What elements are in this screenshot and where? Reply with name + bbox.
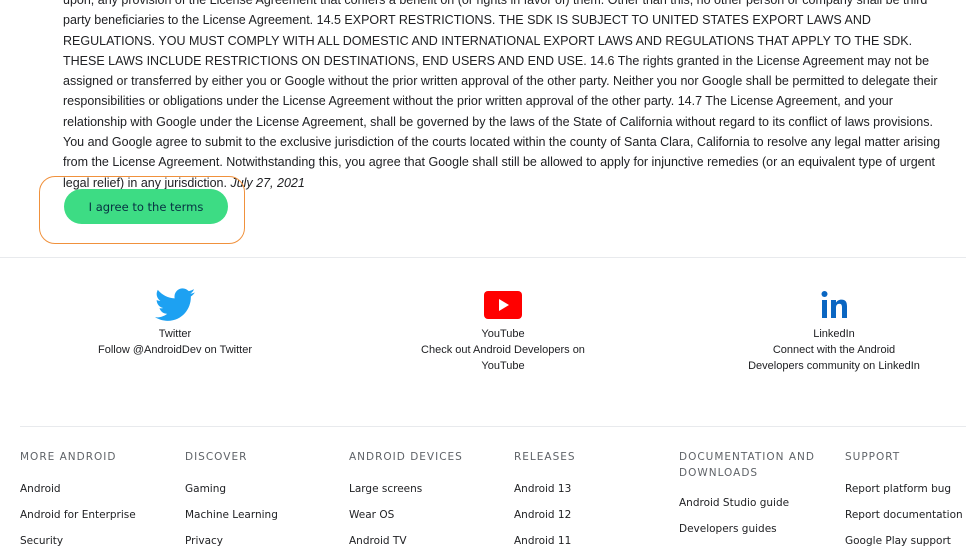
- youtube-icon: [413, 288, 593, 322]
- footer-heading: ANDROID DEVICES: [349, 451, 463, 463]
- social-youtube-desc: Check out Android Developers on YouTube: [421, 344, 585, 372]
- footer-heading: RELEASES: [514, 451, 576, 463]
- footer-heading: DOCUMENTATION AND DOWNLOADS: [679, 451, 815, 479]
- footer-link-wear-os[interactable]: Wear OS: [349, 502, 463, 528]
- footer-link-privacy[interactable]: Privacy: [185, 528, 278, 554]
- twitter-icon: [85, 288, 265, 322]
- agree-to-terms-button[interactable]: I agree to the terms: [64, 189, 228, 224]
- footer-link-machine-learning[interactable]: Machine Learning: [185, 502, 278, 528]
- social-youtube-name: YouTube: [481, 328, 525, 340]
- footer-column-discover: DISCOVER Gaming Machine Learning Privacy: [185, 449, 278, 554]
- footer-link-report-documentation-bug[interactable]: Report documentation bug: [845, 502, 966, 528]
- linkedin-icon: [744, 288, 924, 322]
- social-twitter[interactable]: Twitter Follow @AndroidDev on Twitter: [85, 288, 265, 358]
- footer-link-security[interactable]: Security: [20, 528, 136, 554]
- footer-link-android-tv[interactable]: Android TV: [349, 528, 463, 554]
- footer-link-report-platform-bug[interactable]: Report platform bug: [845, 476, 966, 502]
- footer-link-google-play-support[interactable]: Google Play support: [845, 528, 966, 554]
- social-linkedin[interactable]: LinkedIn Connect with the Android Develo…: [744, 288, 924, 374]
- footer-heading: DISCOVER: [185, 451, 248, 463]
- footer-column-support: SUPPORT Report platform bug Report docum…: [845, 449, 966, 554]
- footer-link-large-screens[interactable]: Large screens: [349, 476, 463, 502]
- footer-heading: SUPPORT: [845, 451, 901, 463]
- footer-divider-top: [0, 257, 966, 258]
- footer-column-releases: RELEASES Android 13 Android 12 Android 1…: [514, 449, 576, 554]
- social-twitter-name: Twitter: [158, 328, 192, 340]
- license-body: upon, any provision of the License Agree…: [63, 0, 941, 190]
- footer-heading: MORE ANDROID: [20, 451, 117, 463]
- social-linkedin-name: LinkedIn: [813, 328, 855, 340]
- footer-link-android-12[interactable]: Android 12: [514, 502, 576, 528]
- footer-column-more-android: MORE ANDROID Android Android for Enterpr…: [20, 449, 136, 554]
- footer-link-android-13[interactable]: Android 13: [514, 476, 576, 502]
- footer-link-android-studio-guide[interactable]: Android Studio guide: [679, 490, 819, 516]
- footer-divider-links: [20, 426, 966, 427]
- license-agreement-text: upon, any provision of the License Agree…: [63, 0, 945, 193]
- social-linkedin-desc: Connect with the Android Developers comm…: [748, 344, 920, 372]
- footer-link-android-11[interactable]: Android 11: [514, 528, 576, 554]
- footer-link-developers-guides[interactable]: Developers guides: [679, 516, 819, 542]
- social-youtube[interactable]: YouTube Check out Android Developers on …: [413, 288, 593, 374]
- footer-link-android-enterprise[interactable]: Android for Enterprise: [20, 502, 136, 528]
- footer-link-android[interactable]: Android: [20, 476, 136, 502]
- footer-column-documentation: DOCUMENTATION AND DOWNLOADS Android Stud…: [679, 449, 819, 542]
- footer-link-gaming[interactable]: Gaming: [185, 476, 278, 502]
- footer-column-android-devices: ANDROID DEVICES Large screens Wear OS An…: [349, 449, 463, 554]
- social-twitter-desc: Follow @AndroidDev on Twitter: [97, 344, 253, 356]
